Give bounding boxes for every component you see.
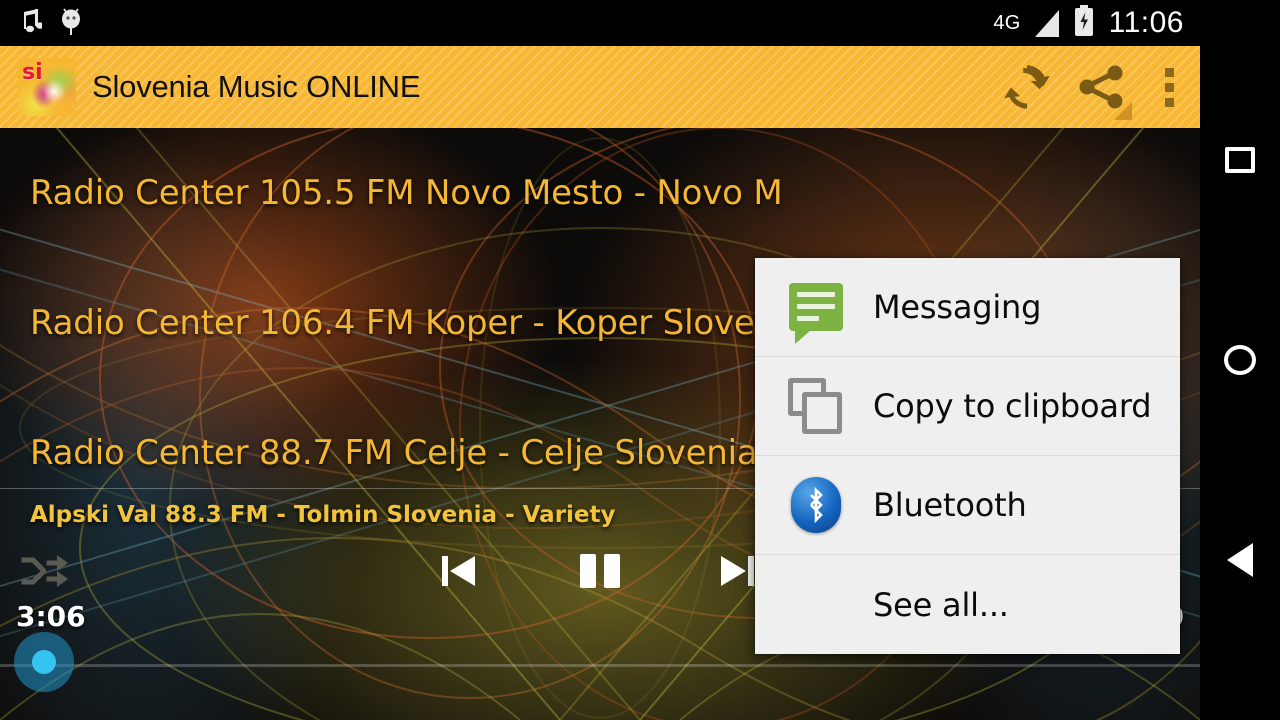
menu-item-label: Bluetooth [873,486,1027,524]
app-logo-text: si [22,60,43,85]
station-name: Radio Center 88.7 FM Celje - Celje Slove… [30,433,781,473]
pause-icon [577,547,623,600]
station-name: Radio Center 105.5 FM Novo Mesto - Novo … [30,173,783,213]
seek-thumb-core [32,650,56,674]
action-bar-buttons [990,46,1200,128]
battery-charging-icon [1073,4,1095,42]
menu-item-bluetooth[interactable]: Bluetooth [755,456,1180,555]
more-vert-icon [1164,67,1174,107]
menu-item-label: See all... [873,585,1009,624]
bluetooth-icon [785,474,847,536]
app-logo: si [18,58,76,116]
status-bar: 4G 11:06 [0,0,1200,46]
copy-icon [785,375,847,437]
play-pause-button[interactable] [568,544,632,602]
elapsed-time: 3:06 [16,600,86,633]
status-bar-clock: 11:06 [1108,6,1184,39]
signal-bars-icon [1034,9,1059,37]
status-bar-system-icons: 4G 11:06 [993,4,1200,42]
home-circle-icon [1224,345,1256,375]
station-row[interactable]: Radio Center 105.5 FM Novo Mesto - Novo … [0,128,1200,258]
seek-bar[interactable] [0,632,1200,692]
refresh-icon [1001,61,1053,113]
seek-track [0,664,1200,667]
skip-next-icon [713,547,761,600]
device-content: 4G 11:06 si Slovenia Music ONLINE Radio … [0,0,1200,720]
back-button[interactable] [1200,520,1280,600]
back-triangle-icon [1227,543,1253,577]
refresh-button[interactable] [990,46,1064,128]
menu-item-label: Copy to clipboard [873,387,1152,425]
menu-item-copy-to-clipboard[interactable]: Copy to clipboard [755,357,1180,456]
previous-button[interactable] [428,544,490,602]
menu-item-messaging[interactable]: Messaging [755,258,1180,357]
shuffle-icon [21,551,71,596]
page-title: Slovenia Music ONLINE [92,69,421,104]
share-dropdown-caret [1114,102,1132,120]
action-bar: si Slovenia Music ONLINE [0,46,1200,128]
home-button[interactable] [1200,320,1280,400]
android-head-icon [58,6,84,41]
navigation-bar [1200,0,1280,720]
skip-previous-icon [435,547,483,600]
music-note-icon [16,7,44,40]
recents-square-icon [1225,147,1255,173]
messaging-icon [785,276,847,344]
menu-item-see-all[interactable]: See all... [755,555,1180,654]
recents-button[interactable] [1200,120,1280,200]
share-button[interactable] [1064,46,1138,128]
network-type-label: 4G [993,11,1021,34]
main-content: Radio Center 105.5 FM Novo Mesto - Novo … [0,128,1200,720]
seek-thumb[interactable] [14,632,74,692]
share-menu: Messaging Copy to clipboard Bluetooth Se… [755,258,1180,654]
overflow-button[interactable] [1138,46,1200,128]
device-screenshot: 4G 11:06 si Slovenia Music ONLINE Radio … [0,0,1280,720]
menu-item-label: Messaging [873,288,1042,326]
now-playing-label: Alpski Val 88.3 FM - Tolmin Slovenia - V… [30,502,616,528]
station-name: Radio Center 106.4 FM Koper - Koper Slov… [30,303,806,343]
shuffle-button[interactable] [18,548,74,598]
status-bar-notifications [0,6,84,41]
